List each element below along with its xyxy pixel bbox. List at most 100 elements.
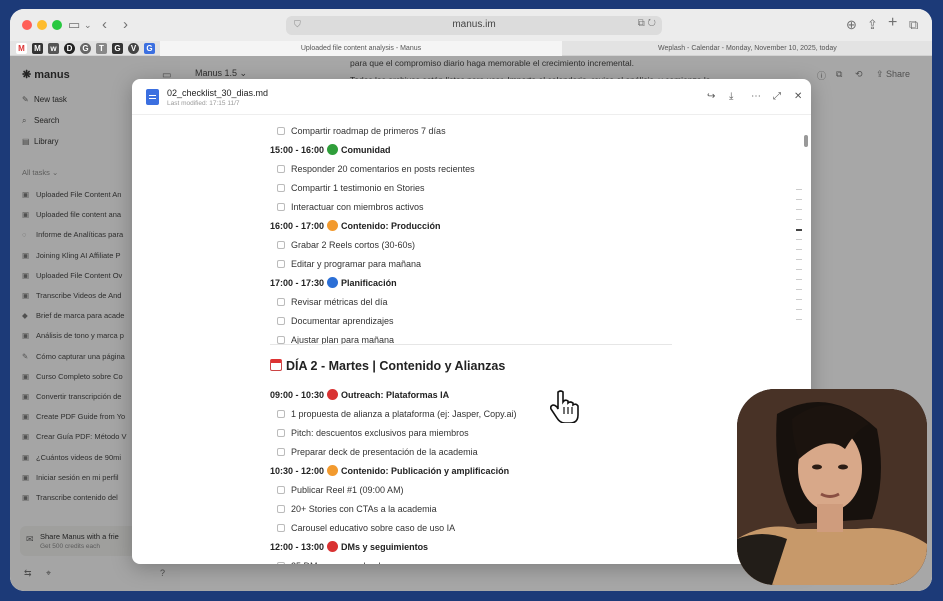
- day-heading-text: DÍA 2 - Martes | Contenido y Alianzas: [286, 359, 506, 373]
- chevron-down-icon[interactable]: ⌄: [84, 17, 92, 33]
- checklist-item[interactable]: Editar y programar para mañana: [277, 258, 421, 270]
- checkbox[interactable]: [277, 203, 285, 211]
- url-text: manus.im: [452, 19, 496, 30]
- checkbox[interactable]: [277, 241, 285, 249]
- time-range: 17:00 - 17:30: [270, 278, 325, 288]
- checkbox[interactable]: [277, 165, 285, 173]
- checklist-item-text: 1 propuesta de alianza a plataforma (ej:…: [291, 409, 517, 419]
- checkbox[interactable]: [277, 127, 285, 135]
- tab-calendar[interactable]: Weplash - Calendar - Monday, November 10…: [563, 41, 932, 56]
- pinned-tab-icon[interactable]: w: [48, 43, 59, 54]
- checklist-item[interactable]: Revisar métricas del día: [277, 296, 388, 308]
- pinned-tab-icon[interactable]: M: [32, 43, 43, 54]
- close-icon[interactable]: ✕: [794, 92, 802, 102]
- gmail-tab-icon[interactable]: M: [16, 43, 27, 54]
- checklist-item-text: 20+ Stories con CTAs a la academia: [291, 504, 437, 514]
- minimap-tick: [796, 239, 802, 240]
- minimap-tick: [796, 269, 802, 270]
- block-title: Planificación: [341, 278, 397, 288]
- pinned-tab-icon[interactable]: G: [80, 43, 91, 54]
- browser-titlebar: ▭ ⌄ ‹ › ⛉ manus.im ⧉ ↻ ⊕ ⇪ + ⧉: [10, 9, 932, 41]
- status-dot-icon: [327, 465, 339, 476]
- minimap-tick: [796, 199, 802, 200]
- more-options-icon[interactable]: ⋯: [751, 92, 761, 102]
- minimap-tick: [796, 219, 802, 220]
- tab-label: Uploaded file content analysis - Manus: [300, 45, 422, 52]
- status-dot-icon: [327, 220, 339, 231]
- checklist-item[interactable]: Interactuar con miembros activos: [277, 201, 424, 213]
- presenter-video: [737, 389, 927, 585]
- minimize-window-button[interactable]: [37, 20, 47, 30]
- checklist-item[interactable]: Responder 20 comentarios en posts recien…: [277, 163, 475, 175]
- sidebar-toggle-icon[interactable]: ▭: [68, 17, 80, 33]
- share-icon[interactable]: ↪: [707, 92, 715, 102]
- back-arrow-icon[interactable]: ‹: [102, 17, 107, 33]
- checkbox[interactable]: [277, 486, 285, 494]
- checkbox[interactable]: [277, 524, 285, 532]
- pinned-tab-icon[interactable]: D: [64, 43, 75, 54]
- checklist-item[interactable]: Grabar 2 Reels cortos (30-60s): [277, 239, 415, 251]
- checklist-item[interactable]: Preparar deck de presentación de la acad…: [277, 446, 478, 458]
- download-icon[interactable]: ⊕: [846, 17, 857, 33]
- reload-icon[interactable]: ⧉ ↻: [638, 18, 656, 29]
- checklist-item-text: Revisar métricas del día: [291, 297, 388, 307]
- checkbox[interactable]: [277, 410, 285, 418]
- time-range: 10:30 - 12:00: [270, 466, 325, 476]
- minimap-tick: [796, 189, 802, 190]
- tab-overview-icon[interactable]: ⧉: [909, 17, 918, 33]
- time-range: 09:00 - 10:30: [270, 390, 325, 400]
- checklist-item[interactable]: 20+ Stories con CTAs a la academia: [277, 503, 437, 515]
- expand-icon[interactable]: ⤢: [773, 92, 781, 102]
- scrollbar-thumb[interactable]: [804, 135, 808, 147]
- section-divider: [270, 344, 672, 345]
- download-icon[interactable]: ⤓: [729, 92, 733, 102]
- file-preview-modal: 02_checklist_30_dias.md Last modified: 1…: [132, 79, 811, 564]
- checkbox[interactable]: [277, 317, 285, 325]
- webcam-overlay: [737, 389, 927, 585]
- tab-bar: M M w D G T G V G Uploaded file content …: [10, 41, 932, 56]
- checkbox[interactable]: [277, 505, 285, 513]
- checklist-item[interactable]: 1 propuesta de alianza a plataforma (ej:…: [277, 408, 516, 420]
- file-name: 02_checklist_30_dias.md: [167, 88, 269, 98]
- address-bar[interactable]: ⛉ manus.im ⧉ ↻: [286, 16, 662, 35]
- hand-cursor-icon: [550, 390, 579, 423]
- minimap-tick: [796, 279, 802, 280]
- status-dot-icon: [327, 389, 339, 400]
- checklist-item-text: Responder 20 comentarios en posts recien…: [291, 164, 475, 174]
- pinned-tab-icon[interactable]: V: [128, 43, 139, 54]
- checkbox[interactable]: [277, 260, 285, 268]
- checklist-item[interactable]: Documentar aprendizajes: [277, 315, 394, 327]
- calendar-icon: [270, 359, 282, 371]
- pinned-tab-icon[interactable]: T: [96, 43, 107, 54]
- screen: ▭ ⌄ ‹ › ⛉ manus.im ⧉ ↻ ⊕ ⇪ + ⧉ M M w D G…: [10, 9, 932, 591]
- checkbox[interactable]: [277, 562, 285, 564]
- forward-arrow-icon[interactable]: ›: [123, 17, 128, 33]
- checkbox[interactable]: [277, 448, 285, 456]
- pinned-tab-icon[interactable]: G: [144, 43, 155, 54]
- checklist-item-text: Publicar Reel #1 (09:00 AM): [291, 485, 404, 495]
- checklist-item-text: Pitch: descuentos exclusivos para miembr…: [291, 428, 469, 438]
- checklist-item[interactable]: Publicar Reel #1 (09:00 AM): [277, 484, 404, 496]
- checkbox[interactable]: [277, 429, 285, 437]
- checkbox[interactable]: [277, 298, 285, 306]
- checklist-item[interactable]: Compartir 1 testimonio en Stories: [277, 182, 425, 194]
- checklist-item[interactable]: Carousel educativo sobre caso de uso IA: [277, 522, 455, 534]
- checklist-item[interactable]: 25 DMs a nuevos leads: [277, 560, 385, 564]
- new-tab-icon[interactable]: +: [888, 15, 897, 31]
- checklist-item-text: Preparar deck de presentación de la acad…: [291, 447, 478, 457]
- share-icon[interactable]: ⇪: [867, 17, 878, 33]
- time-block-heading: 16:00 - 17:00 Contenido: Producción: [270, 220, 441, 232]
- tab-manus[interactable]: Uploaded file content analysis - Manus: [160, 41, 562, 56]
- checkbox[interactable]: [277, 184, 285, 192]
- checklist-item[interactable]: Compartir roadmap de primeros 7 días: [277, 125, 446, 137]
- document-icon: [146, 89, 159, 105]
- pinned-tab-icon[interactable]: G: [112, 43, 123, 54]
- checklist-item[interactable]: Pitch: descuentos exclusivos para miembr…: [277, 427, 469, 439]
- status-dot-icon: [327, 144, 339, 155]
- close-window-button[interactable]: [22, 20, 32, 30]
- checklist-item-text: Documentar aprendizajes: [291, 316, 394, 326]
- minimap-tick: [796, 289, 802, 290]
- day-heading: DÍA 2 - Martes | Contenido y Alianzas: [270, 359, 505, 373]
- zoom-window-button[interactable]: [52, 20, 62, 30]
- checkbox[interactable]: [277, 336, 285, 344]
